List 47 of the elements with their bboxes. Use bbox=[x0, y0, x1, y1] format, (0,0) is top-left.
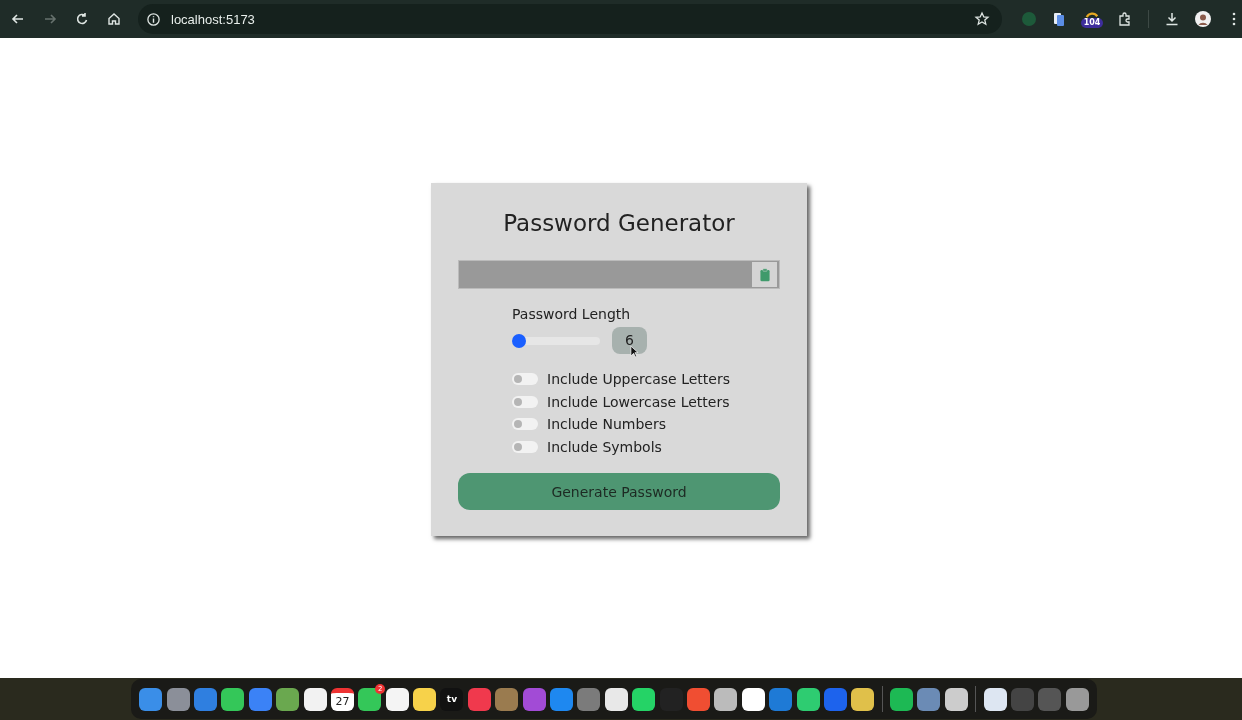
gauge-icon[interactable] bbox=[1085, 10, 1099, 18]
length-slider[interactable] bbox=[512, 336, 600, 345]
option-label: Include Lowercase Letters bbox=[547, 392, 730, 411]
password-output-field[interactable] bbox=[458, 260, 780, 289]
card-title: Password Generator bbox=[502, 209, 736, 238]
generate-button[interactable]: Generate Password bbox=[458, 473, 780, 510]
app-icon[interactable] bbox=[1065, 687, 1089, 711]
puzzle-icon[interactable] bbox=[1117, 11, 1133, 27]
info-icon bbox=[146, 11, 161, 27]
app-icon[interactable] bbox=[632, 687, 656, 711]
app-icon[interactable] bbox=[385, 687, 409, 711]
address-bar[interactable]: localhost:5173 bbox=[138, 4, 1002, 34]
tv-label: tv bbox=[446, 694, 458, 704]
option-label: Include Uppercase Letters bbox=[547, 370, 730, 389]
calendar-app-icon[interactable]: 27 bbox=[330, 687, 354, 711]
app-icon[interactable] bbox=[303, 687, 327, 711]
app-icon[interactable] bbox=[714, 687, 738, 711]
toggle-switch[interactable] bbox=[512, 373, 538, 386]
toggle-switch[interactable] bbox=[512, 440, 538, 453]
reload-icon[interactable] bbox=[74, 11, 90, 27]
download-icon[interactable] bbox=[1164, 11, 1180, 27]
profile-avatar-icon[interactable] bbox=[1195, 11, 1211, 27]
home-icon[interactable] bbox=[106, 11, 122, 27]
app-icon[interactable] bbox=[796, 687, 820, 711]
app-icon[interactable] bbox=[276, 687, 300, 711]
app-icon[interactable] bbox=[944, 687, 968, 711]
slider-thumb[interactable] bbox=[512, 333, 526, 348]
length-label: Password Length bbox=[512, 305, 631, 323]
extension-badge: 104 bbox=[1080, 17, 1104, 28]
option-label: Include Symbols bbox=[547, 437, 662, 456]
app-icon[interactable] bbox=[851, 687, 875, 711]
tv-app-icon[interactable]: tv bbox=[440, 687, 464, 711]
url-text: localhost:5173 bbox=[171, 11, 255, 27]
clipboard-icon bbox=[759, 267, 770, 282]
option-label: Include Numbers bbox=[547, 415, 666, 434]
length-value: 6 bbox=[612, 327, 647, 354]
toggle-switch[interactable] bbox=[512, 395, 538, 408]
toggle-switch[interactable] bbox=[512, 418, 538, 431]
app-icon[interactable] bbox=[604, 687, 628, 711]
calendar-date: 27 bbox=[335, 695, 350, 708]
app-icon[interactable] bbox=[983, 687, 1007, 711]
app-icon[interactable] bbox=[890, 687, 914, 711]
app-icon[interactable] bbox=[221, 687, 245, 711]
cursor-icon bbox=[630, 345, 639, 358]
star-icon[interactable] bbox=[974, 11, 990, 27]
app-icon[interactable] bbox=[413, 687, 437, 711]
app-icon[interactable] bbox=[741, 687, 765, 711]
